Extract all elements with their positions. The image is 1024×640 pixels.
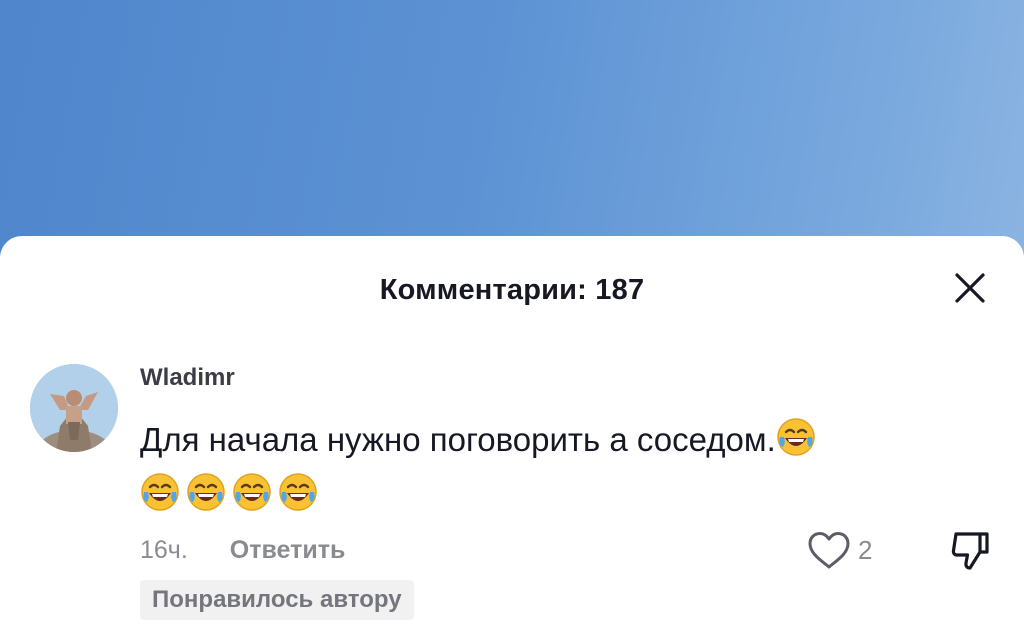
comment-item: Wladimr Для начала нужно поговорить а со… (0, 354, 1024, 640)
comment-text: Для начала нужно поговорить а соседом. (140, 412, 960, 522)
comment-meta: 16ч. Ответить (140, 532, 345, 568)
comment-username[interactable]: Wladimr (140, 364, 235, 392)
comments-title: Комментарии: 187 (379, 274, 645, 306)
like-count: 2 (858, 534, 873, 565)
avatar[interactable] (30, 364, 118, 452)
video-background[interactable] (0, 0, 1024, 260)
comments-sheet: Комментарии: 187 Wladimr Для начала нужн… (0, 236, 1024, 640)
face-with-tears-of-joy-emoji-icon (279, 473, 317, 511)
like-button[interactable]: 2 (806, 530, 872, 570)
dislike-button[interactable] (944, 524, 996, 576)
close-button[interactable] (948, 266, 992, 310)
reply-button[interactable]: Ответить (230, 536, 346, 565)
screen: Комментарии: 187 Wladimr Для начала нужн… (0, 0, 1024, 640)
liked-by-author-badge: Понравилось автору (140, 580, 414, 620)
face-with-tears-of-joy-emoji-icon (141, 473, 179, 511)
close-icon (955, 273, 985, 303)
face-with-tears-of-joy-emoji-icon (776, 418, 815, 456)
comment-body: Для начала нужно поговорить а соседом. (140, 421, 776, 458)
heart-outline-icon (808, 532, 850, 569)
avatar-image (30, 364, 118, 452)
comment-timestamp: 16ч. (140, 535, 188, 564)
face-with-tears-of-joy-emoji-icon (233, 473, 271, 511)
comments-header: Комментарии: 187 (0, 236, 1024, 346)
face-with-tears-of-joy-emoji-icon (187, 473, 225, 511)
thumbs-down-icon (951, 532, 989, 570)
